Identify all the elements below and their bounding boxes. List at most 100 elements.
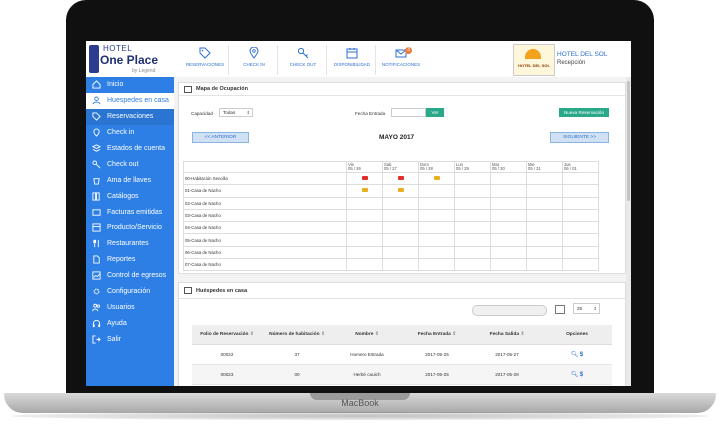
day-cell[interactable] [562, 221, 599, 235]
day-cell[interactable] [562, 184, 599, 198]
sidebar-item-ama-de-llaves[interactable]: Ama de llaves [86, 172, 174, 188]
day-cell[interactable] [346, 245, 383, 260]
day-cell[interactable] [526, 233, 563, 247]
table-view-icon[interactable] [555, 305, 565, 314]
prev-button[interactable]: << ANTERIOR [192, 132, 249, 143]
search-icon[interactable]: 🔍︎ [571, 352, 579, 358]
scrollbar[interactable] [626, 77, 631, 386]
day-cell[interactable] [562, 258, 599, 272]
day-cell[interactable] [454, 208, 491, 223]
nav-reservaciones[interactable]: RESERVACIONES [182, 45, 229, 75]
day-cell[interactable] [382, 245, 419, 260]
day-cell[interactable] [454, 221, 491, 235]
day-cell[interactable] [490, 208, 527, 223]
day-cell[interactable] [346, 184, 383, 198]
nav-check-in[interactable]: CHECK IN [231, 45, 278, 75]
sort-arrows-icon[interactable]: ⇕ [320, 332, 325, 337]
ver-button[interactable]: Ver [426, 108, 444, 117]
day-cell[interactable] [526, 196, 563, 210]
dollar-icon[interactable]: $ [580, 352, 583, 358]
day-cell[interactable] [346, 171, 383, 186]
sidebar-item-estados-de-cuenta[interactable]: Estados de cuenta [86, 141, 174, 157]
sort-arrows-icon[interactable]: ⇕ [373, 332, 379, 337]
new-reservation-button[interactable]: Nueva Reservación [559, 108, 609, 117]
capacity-select[interactable]: Todas ⇕ [219, 108, 253, 117]
day-cell[interactable] [418, 258, 455, 272]
day-cell[interactable] [454, 245, 491, 260]
sidebar-item-usuarios[interactable]: Usuarios [86, 299, 174, 315]
dollar-icon[interactable]: $ [580, 372, 583, 378]
day-cell[interactable] [382, 258, 419, 272]
nav-notificaciones[interactable]: 3 NOTIFICACIONES [378, 45, 424, 75]
day-cell[interactable] [490, 184, 527, 198]
day-cell[interactable] [490, 221, 527, 235]
next-button[interactable]: SIGUIENTE >> [550, 132, 609, 143]
column-header[interactable]: Fecha Salida ⇕ [472, 325, 542, 345]
day-cell[interactable] [346, 196, 383, 210]
sidebar-item-inicio[interactable]: Inicio [86, 77, 174, 93]
sidebar-item-restaurantes[interactable]: Restaurantes [86, 236, 174, 252]
day-cell[interactable] [418, 184, 455, 198]
sidebar-item-control-de-egresos[interactable]: Control de egresos [86, 268, 174, 284]
day-cell[interactable] [562, 245, 599, 260]
sort-arrows-icon[interactable]: ⇕ [451, 332, 456, 337]
scrollbar-thumb[interactable] [627, 81, 630, 201]
day-cell[interactable] [382, 208, 419, 223]
search-icon[interactable]: 🔍︎ [571, 372, 579, 378]
date-input[interactable] [391, 108, 426, 117]
day-cell[interactable] [382, 233, 419, 247]
day-cell[interactable] [382, 196, 419, 210]
reservation-tag-icon[interactable] [433, 176, 440, 181]
sidebar-item-ayuda[interactable]: Ayuda [86, 315, 174, 331]
sidebar-item-reservaciones[interactable]: Reservaciones [86, 108, 174, 125]
sidebar-item-cat-logos[interactable]: Catálogos [86, 188, 174, 204]
day-cell[interactable] [490, 258, 527, 272]
day-cell[interactable] [382, 184, 419, 198]
day-cell[interactable] [382, 221, 419, 235]
day-cell[interactable] [346, 221, 383, 235]
app-logo[interactable]: HOTEL One Place by Legend [86, 41, 174, 77]
sidebar-item-facturas-emitidas[interactable]: Facturas emitidas [86, 204, 174, 220]
reservation-tag-icon[interactable] [397, 176, 404, 181]
reservation-tag-icon[interactable] [397, 188, 404, 193]
reservation-tag-icon[interactable] [361, 176, 368, 181]
table-row[interactable]: 00023 00 Herbé cauich 2017-05-25 2017-05-28 🔍… [192, 364, 612, 385]
day-cell[interactable] [454, 196, 491, 210]
day-cell[interactable] [490, 171, 527, 186]
column-header[interactable]: Fecha Entrada ⇕ [402, 325, 472, 345]
sidebar-item-huespedes-en-casa[interactable]: Huespedes en casa [86, 92, 174, 109]
page-size-select[interactable]: 25 ⇕ [573, 303, 600, 314]
day-cell[interactable] [526, 171, 563, 186]
day-cell[interactable] [454, 258, 491, 272]
reservation-tag-icon[interactable] [361, 188, 368, 193]
day-cell[interactable] [454, 171, 491, 186]
day-cell[interactable] [526, 258, 563, 272]
sort-arrows-icon[interactable]: ⇕ [248, 332, 254, 337]
sidebar-item-check-out[interactable]: Check out [86, 156, 174, 172]
day-cell[interactable] [526, 221, 563, 235]
sidebar-item-producto-servicio[interactable]: Producto/Servicio [86, 220, 174, 236]
day-cell[interactable] [526, 245, 563, 260]
day-cell[interactable] [454, 184, 491, 198]
day-cell[interactable] [526, 208, 563, 223]
sidebar-item-check-in[interactable]: Check in [86, 125, 174, 141]
sidebar-item-configuraci-n[interactable]: Configuración [86, 284, 174, 300]
sort-arrows-icon[interactable]: ⇕ [519, 332, 524, 337]
day-cell[interactable] [346, 233, 383, 247]
column-header[interactable]: Folio de Reservación ⇕ [192, 325, 262, 345]
day-cell[interactable] [490, 233, 527, 247]
sidebar-item-reportes[interactable]: Reportes [86, 252, 174, 268]
day-cell[interactable] [490, 196, 527, 210]
day-cell[interactable] [562, 208, 599, 223]
day-cell[interactable] [562, 171, 599, 186]
guests-search-input[interactable] [472, 305, 547, 316]
day-cell[interactable] [490, 245, 527, 260]
nav-disponibilidad[interactable]: DISPONIBILIDAD [329, 45, 376, 75]
day-cell[interactable] [562, 233, 599, 247]
column-header[interactable]: Nombre ⇕ [332, 325, 402, 345]
column-header[interactable]: Número de habitación ⇕ [262, 325, 332, 345]
table-row[interactable]: 00022 37 Homero Estrada 2017-05-25 2017-05-2… [192, 344, 612, 365]
day-cell[interactable] [526, 184, 563, 198]
day-cell[interactable] [418, 196, 455, 210]
day-cell[interactable] [418, 245, 455, 260]
